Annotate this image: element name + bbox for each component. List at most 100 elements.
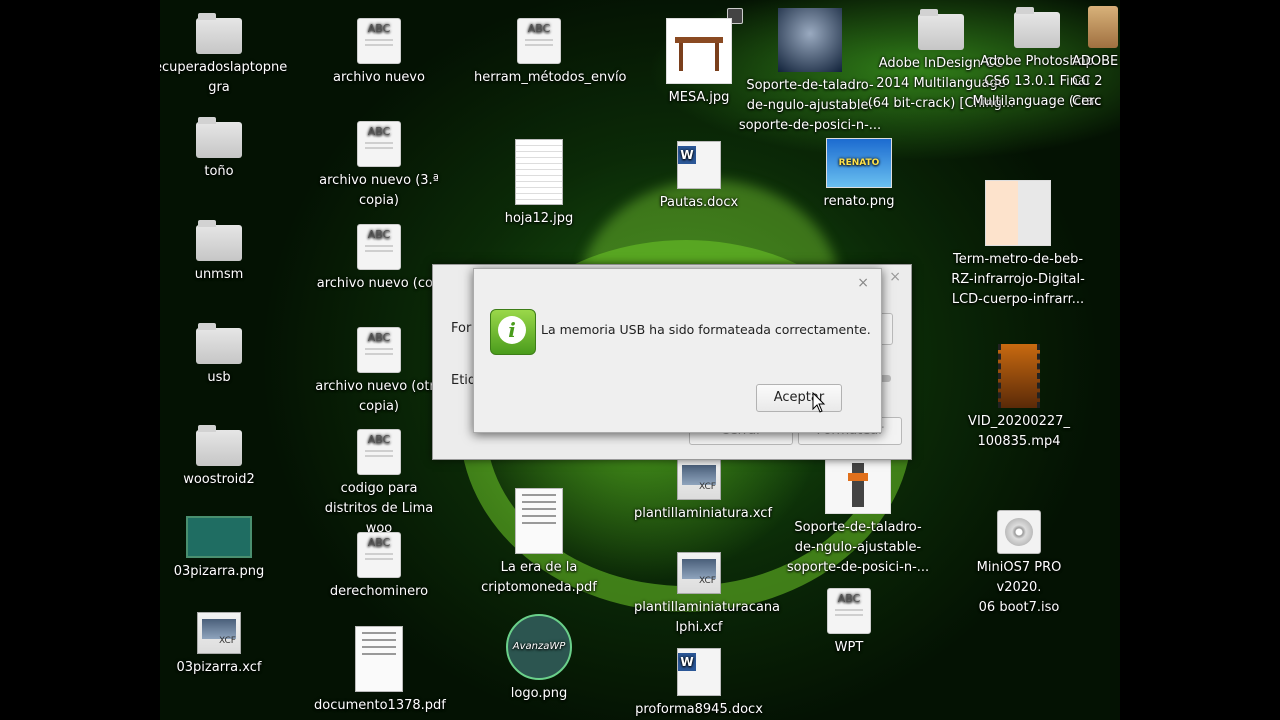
folder-icon <box>196 13 242 54</box>
desktop-icon-image[interactable]: AvanzaWP logo.png <box>474 614 604 704</box>
icon-label: plantillaminiaturacana lphi.xcf <box>634 600 781 635</box>
icon-label: Soporte-de-taladro-de-ngulo-ajustable-so… <box>738 78 882 133</box>
icon-label: MiniOS7 PRO v2020. 06 boot7.iso <box>976 560 1062 615</box>
desktop-icon-folder[interactable]: woostroid2 <box>160 425 284 490</box>
desktop-icon-text[interactable]: ABC herram_métodos_envío <box>474 18 627 88</box>
format-label: For <box>451 321 472 336</box>
desktop-icon-text[interactable]: ABC codigo para distritos de Lima woo <box>314 429 444 539</box>
icon-label: archivo nuevo (3.ª copia) <box>319 173 439 208</box>
desktop-icon-iso[interactable]: MiniOS7 PRO v2020. 06 boot7.iso <box>954 510 1084 618</box>
icon-label: renato.png <box>823 194 895 209</box>
icon-label: plantillaminiatura.xcf <box>634 506 773 521</box>
icon-label: VID_20200227_ 100835.mp4 <box>968 414 1070 449</box>
xcf-file-icon: XCF <box>197 612 241 654</box>
pdf-file-icon <box>515 488 563 554</box>
icon-label: 03pizarra.xcf <box>176 660 262 675</box>
accept-button[interactable]: Aceptar <box>756 384 842 412</box>
icon-label: documento1378.pdf <box>314 698 446 713</box>
pdf-file-icon <box>355 626 403 692</box>
info-icon: i <box>490 309 536 355</box>
desktop-icon-image[interactable]: Soporte-de-taladro-de-ngulo-ajustable-so… <box>783 458 933 578</box>
folder-icon <box>196 220 242 261</box>
logo-thumbnail: AvanzaWP <box>506 614 572 680</box>
image-thumbnail <box>186 516 252 558</box>
folder-icon <box>1014 7 1060 48</box>
desktop-icon-video[interactable]: VID_20200227_ 100835.mp4 <box>954 344 1084 452</box>
desktop-icon-text[interactable]: ABC archivo nuevo (3.ª copia) <box>314 121 444 211</box>
icon-label: ADOBE PCC 2Cerc <box>1072 54 1120 109</box>
text-file-icon: ABC <box>357 429 401 475</box>
image-thumbnail <box>515 139 563 205</box>
close-icon[interactable]: × <box>889 269 901 285</box>
icon-label: archivo nuevo (cop <box>316 276 442 291</box>
text-file-icon: ABC <box>357 224 401 270</box>
icon-label: logo.png <box>510 686 568 701</box>
desktop-icon-docx[interactable]: W proforma8945.docx <box>634 648 764 720</box>
desktop-icon-image[interactable]: 03pizarra.png <box>160 516 284 582</box>
text-file-icon: ABC <box>357 532 401 578</box>
icon-label: 03pizarra.png <box>173 564 265 579</box>
mouse-cursor-icon <box>812 392 826 413</box>
folder-icon <box>196 425 242 466</box>
icon-label: archivo nuevo (otra copia) <box>315 379 443 414</box>
desktop-icon-other[interactable]: ADOBE PCC 2Cerc <box>1072 6 1120 112</box>
image-thumbnail <box>778 8 842 72</box>
desktop-icon-pdf[interactable]: documento1378.pdf <box>314 626 446 716</box>
icon-label: hoja12.jpg <box>504 211 574 226</box>
folder-icon <box>918 9 964 50</box>
desktop-icon-docx[interactable]: W Pautas.docx <box>634 141 764 213</box>
docx-file-icon: W <box>677 141 721 189</box>
desktop-icon-text[interactable]: ABC archivo nuevo (cop <box>314 224 444 294</box>
folder-icon <box>196 323 242 364</box>
icon-label: WPT <box>834 640 864 655</box>
text-file-icon: ABC <box>357 121 401 167</box>
desktop-icon-text[interactable]: ABC derechominero <box>314 532 444 602</box>
desktop-icon-xcf[interactable]: XCF 03pizarra.xcf <box>160 612 284 678</box>
desktop-icon-pdf[interactable]: La era de la criptomoneda.pdf <box>474 488 604 598</box>
video-thumbnail <box>998 344 1040 408</box>
icon-label: toño <box>204 164 234 179</box>
folder-icon <box>196 117 242 158</box>
text-file-icon: ABC <box>357 327 401 373</box>
close-icon[interactable]: × <box>857 275 869 291</box>
text-file-icon: ABC <box>517 18 561 64</box>
xcf-file-icon: XCF <box>677 552 721 594</box>
text-file-icon: ABC <box>357 18 401 64</box>
desktop-icon-image[interactable]: RENATO renato.png <box>794 138 924 212</box>
disc-icon <box>997 510 1041 554</box>
desktop-icon-text[interactable]: ABC archivo nuevo (otra copia) <box>314 327 444 417</box>
desktop-icon-folder[interactable]: ecuperadoslaptopne gra <box>160 13 288 98</box>
icon-label: usb <box>207 370 231 385</box>
desktop-icon-folder[interactable]: unmsm <box>160 220 284 285</box>
icon-label: unmsm <box>194 267 244 282</box>
icon-label: Term-metro-de-beb- RZ-infrarrojo-Digital-… <box>951 252 1085 307</box>
icon-label: La era de la criptomoneda.pdf <box>481 560 597 595</box>
icon-label: codigo para distritos de Lima woo <box>324 481 434 536</box>
docx-file-icon: W <box>677 648 721 696</box>
icon-label: herram_métodos_envío <box>474 70 627 85</box>
icon-label: Soporte-de-taladro-de-ngulo-ajustable-so… <box>786 520 930 575</box>
icon-label: archivo nuevo <box>333 70 425 85</box>
image-thumbnail <box>666 18 732 84</box>
icon-label: proforma8945.docx <box>635 702 763 717</box>
desktop-icon-image[interactable]: Term-metro-de-beb- RZ-infrarrojo-Digital-… <box>943 180 1093 310</box>
icon-label: Pautas.docx <box>659 195 739 210</box>
image-thumbnail <box>985 180 1051 246</box>
text-file-icon: ABC <box>827 588 871 634</box>
desktop-icon-xcf[interactable]: XCF plantillaminiatura.xcf <box>634 458 773 524</box>
icon-label: ecuperadoslaptopne gra <box>160 60 288 95</box>
desktop: ecuperadoslaptopne gra toño unmsm usb woo… <box>160 0 1120 720</box>
desktop-icon-xcf[interactable]: XCF plantillaminiaturacana lphi.xcf <box>634 552 781 638</box>
desktop-icon-image[interactable]: Soporte-de-taladro-de-ngulo-ajustable-so… <box>735 8 885 136</box>
image-thumbnail <box>825 458 891 514</box>
desktop-icon-text[interactable]: ABC archivo nuevo <box>314 18 444 88</box>
xcf-file-icon: XCF <box>677 458 721 500</box>
desktop-icon-folder[interactable]: toño <box>160 117 284 182</box>
message-text: La memoria USB ha sido formateada correc… <box>541 322 871 337</box>
desktop-icon-image[interactable]: hoja12.jpg <box>474 139 604 229</box>
image-thumbnail: RENATO <box>826 138 892 188</box>
desktop-icon-folder[interactable]: usb <box>160 323 284 388</box>
desktop-icon-text[interactable]: ABC WPT <box>784 588 914 658</box>
package-icon <box>1088 6 1118 48</box>
icon-label: woostroid2 <box>183 472 255 487</box>
